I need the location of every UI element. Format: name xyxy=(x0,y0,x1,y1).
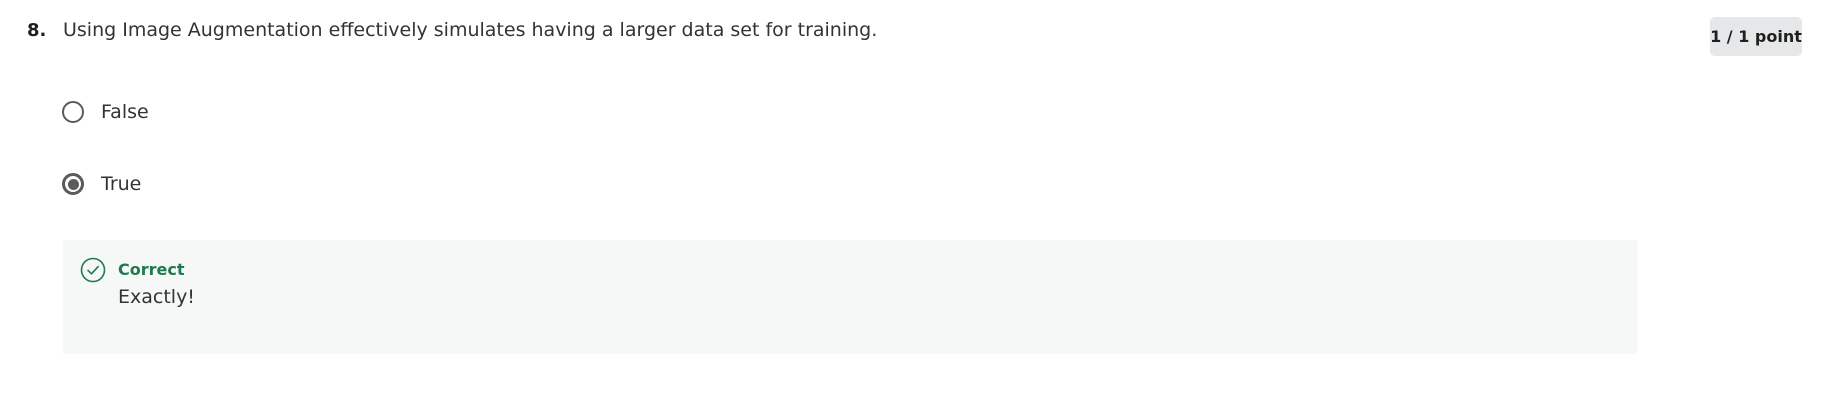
check-circle-icon xyxy=(80,257,106,283)
question-number: 8. xyxy=(27,20,47,41)
radio-selected-dot xyxy=(67,178,79,190)
option-label-true: True xyxy=(101,173,142,195)
radio-button-unchecked[interactable] xyxy=(62,101,84,123)
option-true[interactable]: True xyxy=(62,169,141,199)
radio-button-checked[interactable] xyxy=(62,173,84,195)
feedback-message: Exactly! xyxy=(118,286,195,308)
question-text: Using Image Augmentation effectively sim… xyxy=(63,19,878,41)
points-badge: 1 / 1 point xyxy=(1710,17,1802,56)
feedback-panel: Correct Exactly! xyxy=(63,240,1637,354)
quiz-question: 8. Using Image Augmentation effectively … xyxy=(0,0,1821,411)
feedback-status: Correct xyxy=(118,260,185,279)
option-label-false: False xyxy=(101,101,149,123)
option-false[interactable]: False xyxy=(62,97,149,127)
